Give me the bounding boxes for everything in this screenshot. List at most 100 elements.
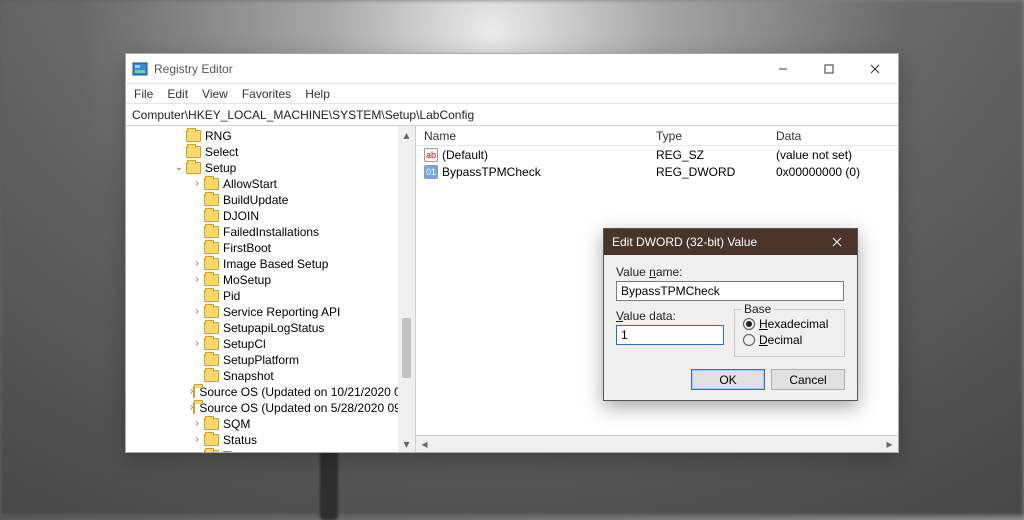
tree-item[interactable]: RNG	[154, 128, 398, 144]
tree-item[interactable]: › MoSetup	[154, 272, 398, 288]
tree-item[interactable]: ›Source OS (Updated on 10/21/2020 05:54:…	[154, 384, 398, 400]
tree-item-label: SQM	[223, 416, 250, 432]
value-name-input[interactable]: BypassTPMCheck	[616, 281, 844, 301]
expand-icon[interactable]: ⌄	[172, 160, 186, 176]
tree-item[interactable]: › AllowStart	[154, 176, 398, 192]
folder-icon	[204, 226, 219, 238]
tree-item[interactable]: › SQM	[154, 416, 398, 432]
header-type[interactable]: Type	[656, 129, 776, 143]
value-data: 0x00000000 (0)	[776, 165, 898, 179]
tree-item[interactable]: Select	[154, 144, 398, 160]
tree-item-label: AllowStart	[223, 176, 277, 192]
folder-icon	[204, 274, 219, 286]
expand-icon[interactable]: ›	[190, 272, 204, 288]
expand-icon[interactable]: ›	[190, 256, 204, 272]
value-row[interactable]: ab(Default)REG_SZ(value not set)	[416, 146, 898, 163]
expand-icon[interactable]: ›	[190, 432, 204, 448]
tree-item[interactable]: Snapshot	[154, 368, 398, 384]
folder-icon	[204, 450, 219, 452]
tree-item[interactable]: ›Source OS (Updated on 5/28/2020 09:50:1…	[154, 400, 398, 416]
radio-dot-icon	[743, 318, 755, 330]
value-data-input[interactable]: 1	[616, 325, 724, 345]
horizontal-scrollbar[interactable]: ◂ ▸	[416, 435, 898, 452]
expand-icon[interactable]: ›	[190, 416, 204, 432]
tree-item[interactable]: BuildUpdate	[154, 192, 398, 208]
tree-item[interactable]: ⌄Setup	[154, 160, 398, 176]
reg-sz-icon: ab	[424, 148, 438, 162]
tree-item[interactable]: SetupapiLogStatus	[154, 320, 398, 336]
folder-icon	[204, 338, 219, 350]
folder-icon	[186, 146, 201, 158]
dialog-titlebar[interactable]: Edit DWORD (32-bit) Value	[604, 229, 857, 255]
base-fieldset: Base Hexadecimal Decimal	[734, 309, 845, 357]
folder-icon	[204, 322, 219, 334]
folder-icon	[204, 194, 219, 206]
tree-item-label: SetupCl	[223, 336, 266, 352]
menu-favorites[interactable]: Favorites	[242, 87, 291, 101]
tree-item-label: Snapshot	[223, 368, 274, 384]
tree-item-label: MoSetup	[223, 272, 271, 288]
tree-item[interactable]: ›Service Reporting API	[154, 304, 398, 320]
tree-item[interactable]: FailedInstallations	[154, 224, 398, 240]
value-type: REG_DWORD	[656, 165, 776, 179]
scroll-left-icon[interactable]: ◂	[416, 436, 433, 452]
tree-item[interactable]: ›Status	[154, 432, 398, 448]
close-button[interactable]	[852, 54, 898, 83]
regedit-icon	[132, 61, 148, 77]
menu-view[interactable]: View	[202, 87, 228, 101]
tree-item-label: Source OS (Updated on 5/28/2020 09:50:15…	[199, 400, 416, 416]
menu-file[interactable]: File	[134, 87, 153, 101]
tree-item-label: Timers	[223, 448, 259, 452]
expand-icon[interactable]: ›	[190, 336, 204, 352]
tree-item[interactable]: Pid	[154, 288, 398, 304]
value-name: BypassTPMCheck	[442, 165, 541, 179]
address-bar[interactable]: Computer\HKEY_LOCAL_MACHINE\SYSTEM\Setup…	[126, 104, 898, 126]
tree-item-label: RNG	[205, 128, 232, 144]
expand-icon[interactable]: ›	[190, 176, 204, 192]
tree-item[interactable]: Timers	[154, 448, 398, 452]
tree-pane[interactable]: RNGSelect⌄Setup›AllowStartBuildUpdateDJO…	[126, 126, 416, 452]
tree-item[interactable]: › SetupCl	[154, 336, 398, 352]
folder-icon	[204, 178, 219, 190]
window-controls	[760, 54, 898, 83]
expand-icon[interactable]: ›	[190, 304, 204, 320]
window-title: Registry Editor	[154, 62, 760, 76]
tree-item-label: Select	[205, 144, 238, 160]
tree-item-label: Pid	[223, 288, 240, 304]
folder-icon	[204, 306, 219, 318]
scroll-down-icon[interactable]: ▾	[398, 435, 415, 452]
tree-item-label: FirstBoot	[223, 240, 271, 256]
menu-edit[interactable]: Edit	[167, 87, 188, 101]
scroll-track[interactable]	[433, 436, 881, 452]
tree-item[interactable]: SetupPlatform	[154, 352, 398, 368]
folder-icon	[204, 418, 219, 430]
scroll-thumb[interactable]	[402, 318, 411, 378]
header-name[interactable]: Name	[416, 129, 656, 143]
dialog-close-button[interactable]	[817, 229, 857, 255]
menu-help[interactable]: Help	[305, 87, 330, 101]
cancel-button[interactable]: Cancel	[771, 369, 845, 390]
radio-decimal[interactable]: Decimal	[743, 332, 836, 348]
value-row[interactable]: 01BypassTPMCheckREG_DWORD0x00000000 (0)	[416, 163, 898, 180]
ok-button[interactable]: OK	[691, 369, 765, 390]
maximize-button[interactable]	[806, 54, 852, 83]
scroll-right-icon[interactable]: ▸	[881, 436, 898, 452]
header-data[interactable]: Data	[776, 129, 898, 143]
radio-dot-icon	[743, 334, 755, 346]
titlebar[interactable]: Registry Editor	[126, 54, 898, 84]
tree-vertical-scrollbar[interactable]: ▴ ▾	[398, 126, 415, 452]
value-data-label: Value data:	[616, 309, 724, 323]
minimize-button[interactable]	[760, 54, 806, 83]
radio-hexadecimal[interactable]: Hexadecimal	[743, 316, 836, 332]
tree-item[interactable]: DJOIN	[154, 208, 398, 224]
scroll-up-icon[interactable]: ▴	[398, 126, 415, 143]
tree-item[interactable]: FirstBoot	[154, 240, 398, 256]
list-header[interactable]: Name Type Data	[416, 126, 898, 146]
value-type: REG_SZ	[656, 148, 776, 162]
tree-item-label: DJOIN	[223, 208, 259, 224]
folder-icon	[204, 434, 219, 446]
folder-icon	[204, 258, 219, 270]
folder-icon	[204, 354, 219, 366]
value-name-label: Value name:	[616, 265, 845, 279]
tree-item[interactable]: ›Image Based Setup	[154, 256, 398, 272]
